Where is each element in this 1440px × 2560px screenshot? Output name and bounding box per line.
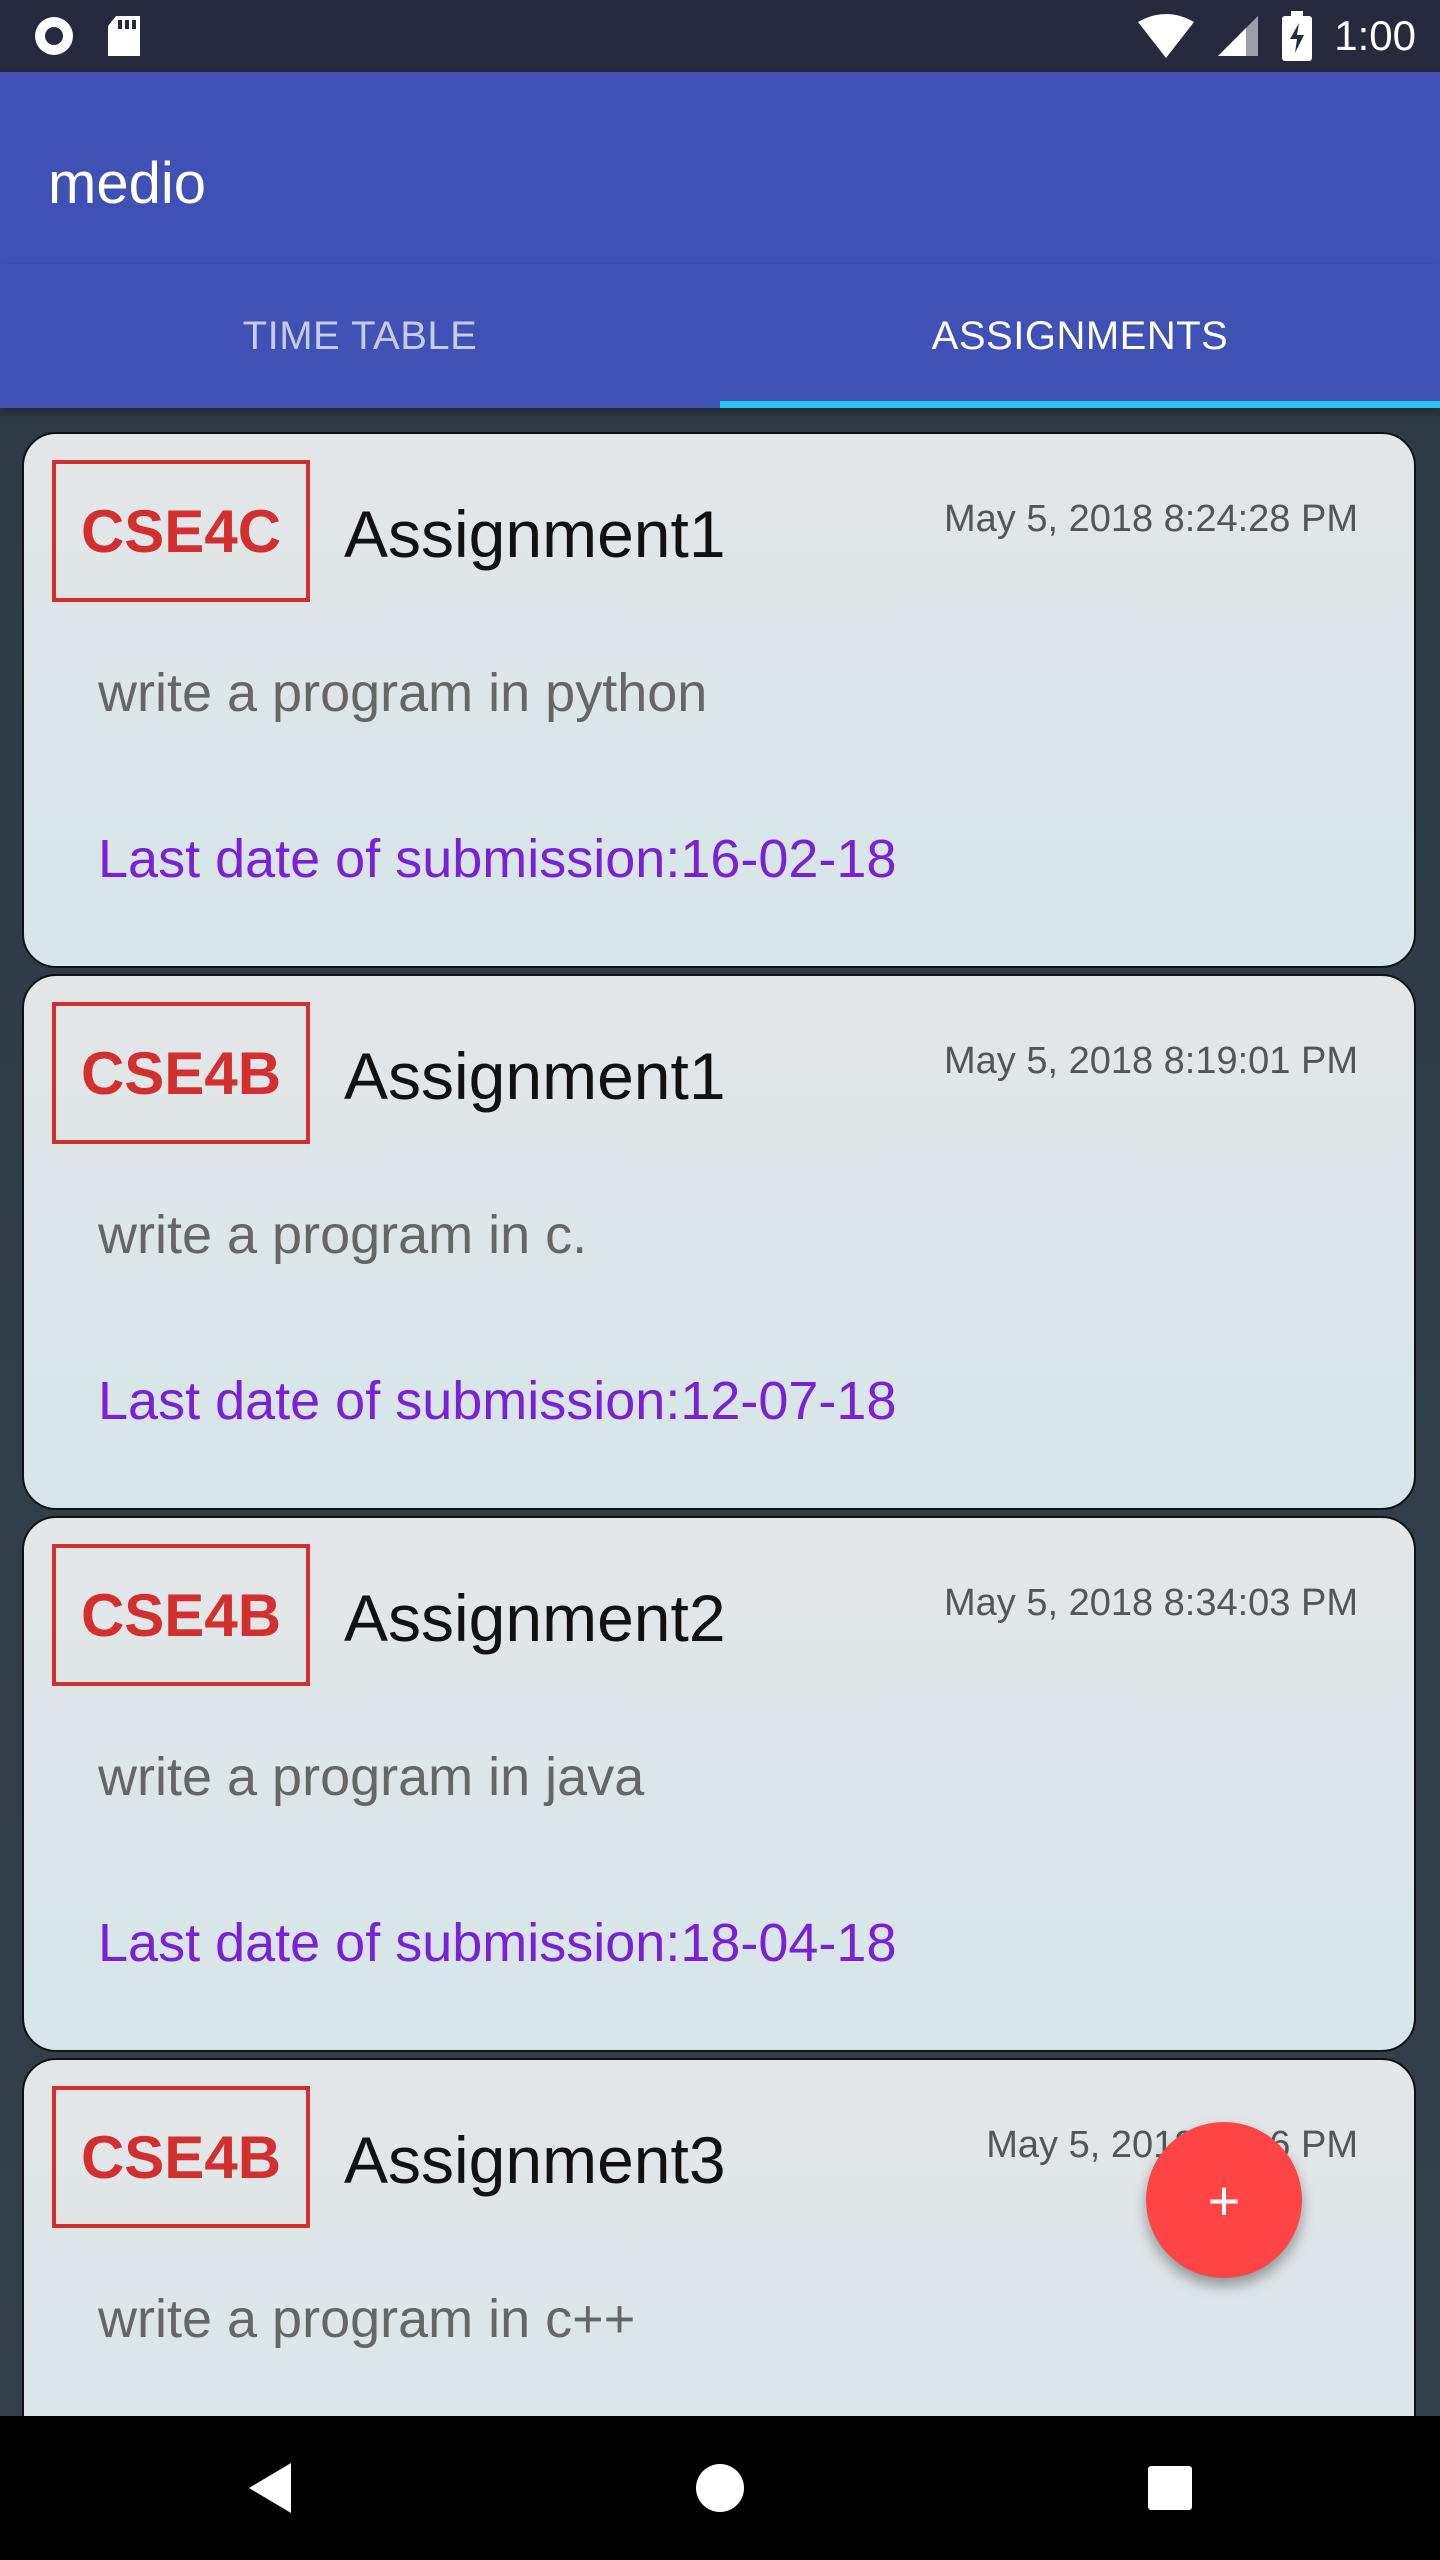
assignment-list[interactable]: CSE4C Assignment1 May 5, 2018 8:24:28 PM… [0, 408, 1440, 2416]
add-assignment-button[interactable]: + [1146, 2122, 1302, 2278]
recents-button[interactable] [1140, 2458, 1200, 2518]
assignment-card[interactable]: CSE4B Assignment2 May 5, 2018 8:34:03 PM… [22, 1516, 1416, 2052]
back-icon [249, 2463, 291, 2513]
submission-deadline: Last date of submission:18-04-18 [98, 1913, 897, 1973]
assignment-timestamp: May 5, 2018 8:19:01 PM [943, 1040, 1358, 1082]
assignment-title: Assignment2 [344, 1581, 726, 1655]
signal-icon [1218, 16, 1259, 56]
recents-icon [1148, 2466, 1192, 2510]
assignment-description: write a program in c. [98, 1205, 588, 1265]
class-code-badge: CSE4B [52, 1544, 310, 1686]
status-bar: 1:00 [0, 0, 1440, 72]
assignment-timestamp: May 5, 2018 8:34:03 PM [943, 1582, 1358, 1624]
app-title: medio [48, 151, 206, 216]
class-code-badge: CSE4B [52, 2086, 310, 2228]
navigation-bar [0, 2416, 1440, 2560]
back-button[interactable] [240, 2458, 300, 2518]
assignment-description: write a program in c++ [98, 2289, 636, 2349]
assignment-description: write a program in python [98, 663, 708, 723]
tab-bar: TIME TABLE ASSIGNMENTS [0, 264, 1440, 408]
assignment-title: Assignment1 [344, 497, 726, 571]
assignment-timestamp: May 5, 2018 8:24:28 PM [943, 498, 1358, 540]
tab-time-table[interactable]: TIME TABLE [0, 264, 720, 408]
assignment-card[interactable]: CSE4C Assignment1 May 5, 2018 8:24:28 PM… [22, 432, 1416, 968]
add-icon: + [1207, 2168, 1241, 2232]
assignment-title: Assignment3 [344, 2123, 726, 2197]
submission-deadline: Last date of submission:12-07-18 [98, 1371, 897, 1431]
wifi-icon [1138, 14, 1195, 58]
class-code-badge: CSE4C [52, 460, 310, 602]
status-time: 1:00 [1334, 12, 1416, 59]
submission-deadline: Last date of submission:16-02-18 [98, 829, 897, 889]
tab-assignments[interactable]: ASSIGNMENTS [720, 264, 1440, 408]
assignment-card[interactable]: CSE4B Assignment1 May 5, 2018 8:19:01 PM… [22, 974, 1416, 1510]
class-code-badge: CSE4B [52, 1002, 310, 1144]
assignment-title: Assignment1 [344, 1039, 726, 1113]
app-bar: medio [0, 72, 1440, 264]
home-button[interactable] [690, 2458, 750, 2518]
battery-charging-icon [1282, 11, 1313, 61]
assignment-description: write a program in java [98, 1747, 645, 1807]
sd-card-icon [108, 16, 140, 56]
home-icon [696, 2464, 744, 2512]
circle-status-icon [35, 17, 73, 55]
